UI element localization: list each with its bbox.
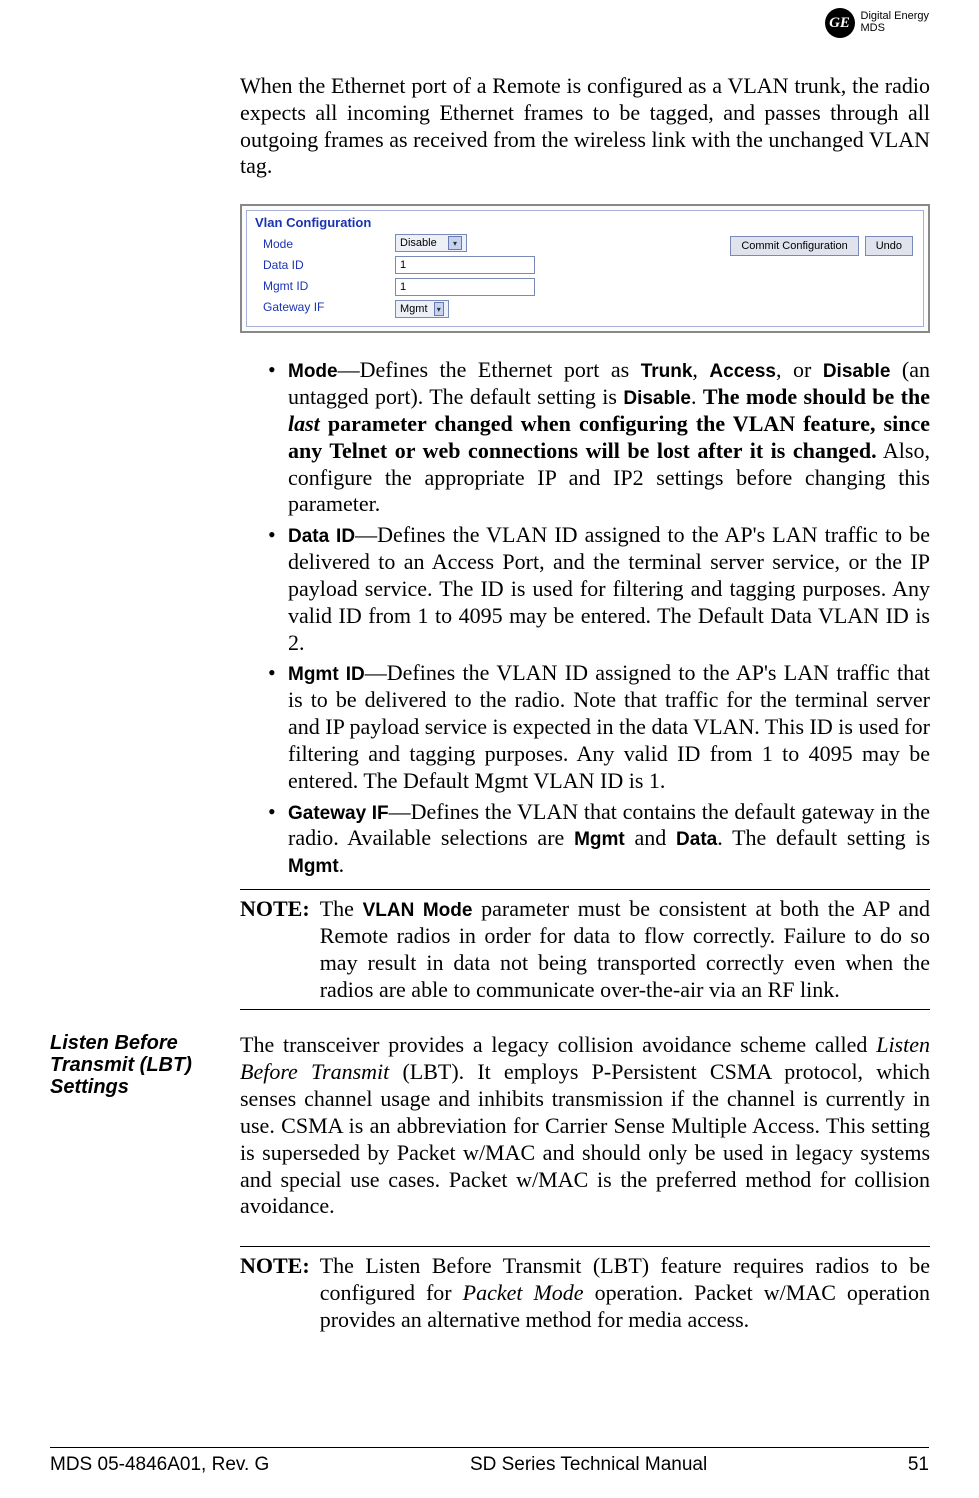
mgmt-id-value: 1 <box>400 281 406 293</box>
footer-page-number: 51 <box>908 1454 929 1476</box>
note-lbt: NOTE: The Listen Before Transmit (LBT) f… <box>240 1246 930 1339</box>
brand-text: Digital Energy MDS <box>861 11 929 34</box>
data-id-value: 1 <box>400 259 406 271</box>
intro-paragraph: When the Ethernet port of a Remote is co… <box>240 73 930 180</box>
section-heading-lbt: Listen Before Transmit (LBT) Settings <box>50 1032 222 1098</box>
chevron-down-icon: ▾ <box>434 302 445 316</box>
data-id-input[interactable]: 1 <box>395 256 535 274</box>
term-gateway-if: Gateway IF <box>288 803 389 824</box>
mode-select[interactable]: Disable ▾ <box>395 234 467 252</box>
ge-monogram-icon: GE <box>825 8 855 38</box>
note-vlan-mode: NOTE: The VLAN Mode parameter must be co… <box>240 889 930 1010</box>
commit-button[interactable]: Commit Configuration <box>730 236 858 256</box>
bullet-mgmt-id: Mgmt ID—Defines the VLAN ID assigned to … <box>268 660 930 794</box>
page-footer: MDS 05-4846A01, Rev. G SD Series Technic… <box>50 1447 929 1476</box>
panel-title: Vlan Configuration <box>247 211 923 232</box>
gateway-if-select[interactable]: Mgmt ▾ <box>395 300 449 318</box>
mgmt-id-input[interactable]: 1 <box>395 278 535 296</box>
note-text: The VLAN Mode parameter must be consiste… <box>320 896 930 1003</box>
footer-title: SD Series Technical Manual <box>470 1454 707 1476</box>
term-mgmt-id: Mgmt ID <box>288 664 365 685</box>
lbt-paragraph: The transceiver provides a legacy collis… <box>240 1032 930 1220</box>
bullet-mode: Mode—Defines the Ethernet port as Trunk,… <box>268 357 930 518</box>
label-data-id: Data ID <box>263 258 383 272</box>
note-label: NOTE: <box>240 1253 310 1333</box>
brand-line2: MDS <box>861 23 929 35</box>
chevron-down-icon: ▾ <box>448 236 462 250</box>
label-mgmt-id: Mgmt ID <box>263 279 383 293</box>
footer-doc-id: MDS 05-4846A01, Rev. G <box>50 1454 269 1476</box>
note-text: The Listen Before Transmit (LBT) feature… <box>320 1253 930 1333</box>
gateway-if-value: Mgmt <box>400 303 428 315</box>
mode-value: Disable <box>400 237 437 249</box>
brand-logo: GE Digital Energy MDS <box>825 8 929 38</box>
label-mode: Mode <box>263 237 383 251</box>
term-mode: Mode <box>288 361 338 382</box>
vlan-config-panel: Vlan Configuration Mode Data ID Mgmt ID … <box>240 204 930 333</box>
label-gateway-if: Gateway IF <box>263 300 383 314</box>
term-data-id: Data ID <box>288 526 355 547</box>
bullet-data-id: Data ID—Defines the VLAN ID assigned to … <box>268 522 930 656</box>
note-label: NOTE: <box>240 896 310 1003</box>
undo-button[interactable]: Undo <box>865 236 913 256</box>
bullet-gateway-if: Gateway IF—Defines the VLAN that contain… <box>268 799 930 879</box>
